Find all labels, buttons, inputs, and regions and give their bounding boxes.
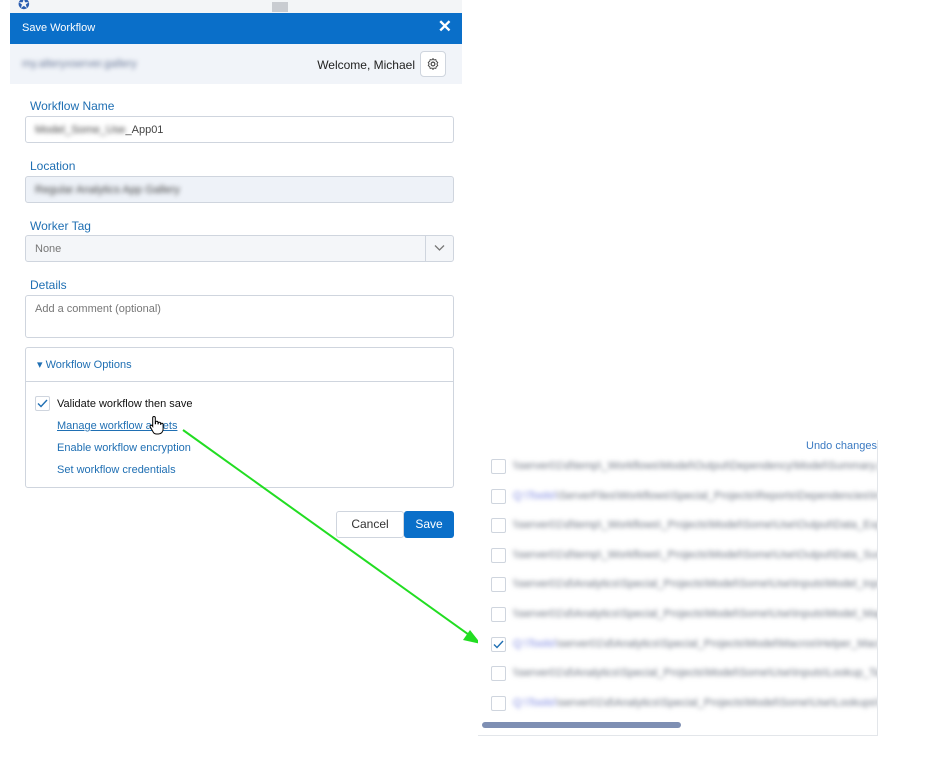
asset-checkbox[interactable] [491, 577, 506, 593]
asset-path-drive: Q:\Tools\ [513, 696, 557, 709]
asset-path-text: \server01\d\Analytics\Special_Projects\M… [556, 637, 878, 650]
asset-path-text: \\server01\d\temp\_Workflows\_Projects\M… [513, 519, 878, 532]
asset-checkbox[interactable] [491, 695, 506, 711]
asset-row: \\server01\d\Analytics\Special_Projects\… [478, 571, 877, 600]
asset-path: \\server01\d\temp\_Workflows\_Projects\M… [513, 519, 878, 532]
asset-checkbox[interactable] [491, 547, 506, 563]
asset-path-text: \ServerFiles\Workflows\Special_Projects\… [556, 489, 877, 502]
workflow-assets-panel: Undo changes \\server01\d\temp\_Workflow… [478, 440, 878, 736]
asset-checkbox[interactable] [491, 666, 506, 682]
asset-path: Q:\Tools\\server01\d\Analytics\Special_P… [513, 696, 877, 709]
asset-path-text: \\server01\d\Analytics\Special_Projects\… [513, 667, 878, 680]
asset-path: Q:\Tools\\server01\d\Analytics\Special_P… [513, 637, 878, 650]
asset-checkbox[interactable] [491, 488, 506, 504]
scrollbar-thumb[interactable] [482, 722, 681, 728]
asset-path-text: \\server01\d\temp\_Workflows\Model\Outpu… [513, 460, 878, 472]
asset-checkbox[interactable] [491, 607, 506, 622]
asset-path: Q:\Tools\\ServerFiles\Workflows\Special_… [513, 489, 877, 502]
asset-row: Q:\Tools\\server01\d\Analytics\Special_P… [478, 690, 877, 719]
asset-path: \\server01\d\Analytics\Special_Projects\… [513, 608, 878, 620]
asset-path-text: \\server01\d\Analytics\Special_Projects\… [513, 578, 878, 591]
asset-row: \\server01\d\Analytics\Special_Projects\… [478, 660, 877, 689]
asset-row: \\server01\d\temp\_Workflows\_Projects\M… [478, 542, 877, 571]
asset-path-text: \server01\d\Analytics\Special_Projects\M… [556, 696, 877, 709]
asset-path-drive: Q:\Tools\ [513, 637, 557, 650]
asset-path-text: \\server01\d\Analytics\Special_Projects\… [513, 608, 878, 620]
asset-checkbox[interactable] [491, 459, 506, 474]
horizontal-scrollbar[interactable] [478, 720, 877, 729]
asset-row: \\server01\d\Analytics\Special_Projects\… [478, 601, 877, 630]
checkmark-icon [493, 640, 504, 649]
asset-checkbox[interactable] [491, 518, 506, 534]
asset-row: Q:\Tools\\ServerFiles\Workflows\Special_… [478, 483, 877, 512]
undo-changes-link[interactable]: Undo changes [806, 440, 877, 452]
asset-path: \\server01\d\temp\_Workflows\_Projects\M… [513, 548, 877, 561]
asset-row: \\server01\d\temp\_Workflows\Model\Outpu… [478, 453, 877, 482]
asset-checkbox[interactable] [491, 636, 506, 652]
asset-path: \\server01\d\Analytics\Special_Projects\… [513, 578, 878, 591]
asset-path-drive: Q:\Tools\ [513, 489, 557, 502]
asset-path-text: \\server01\d\temp\_Workflows\_Projects\M… [513, 548, 877, 561]
asset-row: Q:\Tools\\server01\d\Analytics\Special_P… [478, 631, 877, 660]
asset-path: \\server01\d\temp\_Workflows\Model\Outpu… [513, 460, 878, 472]
asset-row: \\server01\d\temp\_Workflows\_Projects\M… [478, 512, 877, 541]
asset-path: \\server01\d\Analytics\Special_Projects\… [513, 667, 878, 680]
